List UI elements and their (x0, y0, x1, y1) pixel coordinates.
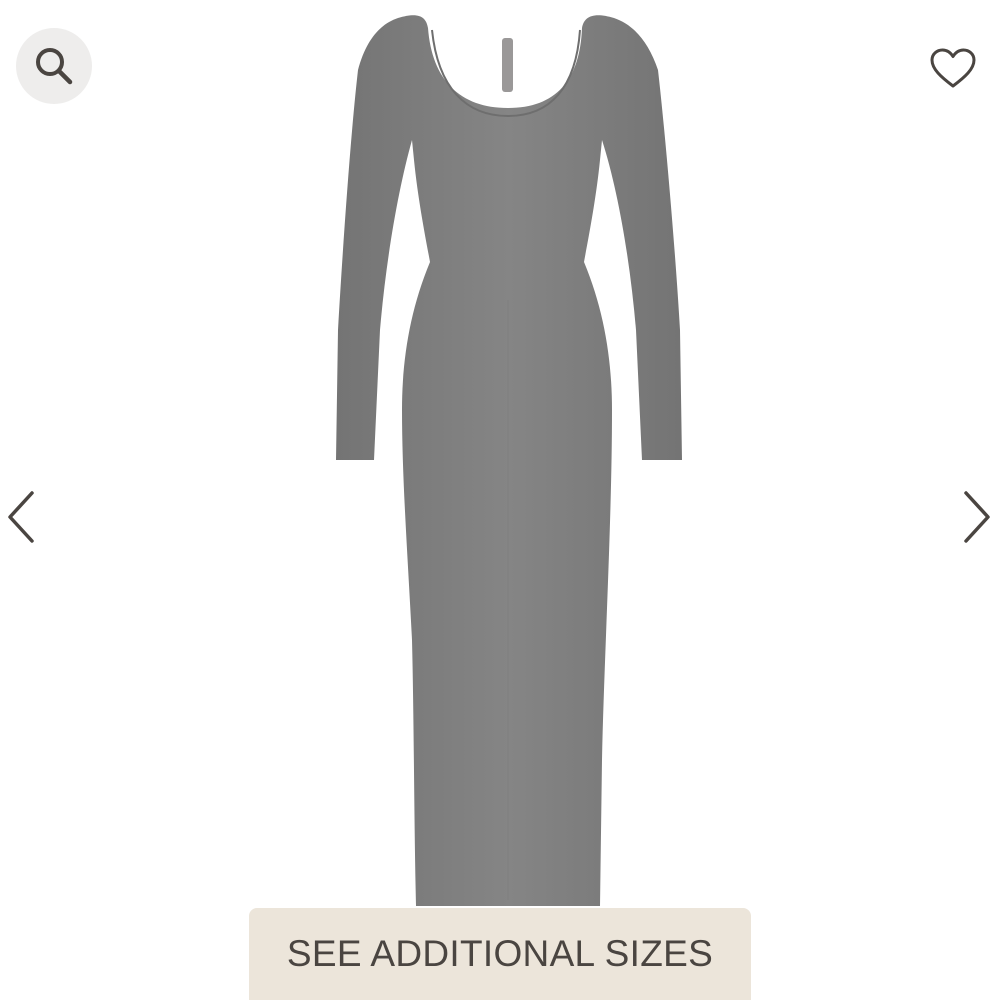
next-image-button[interactable] (958, 482, 998, 552)
search-icon (36, 48, 73, 85)
chevron-right-icon (964, 491, 990, 543)
product-image-dress (336, 15, 682, 907)
see-additional-sizes-label: SEE ADDITIONAL SIZES (286, 933, 714, 974)
previous-image-button[interactable] (0, 482, 40, 552)
dress-body (336, 15, 682, 907)
see-additional-sizes-button[interactable]: SEE ADDITIONAL SIZES (249, 908, 751, 1000)
dress-tag (502, 38, 513, 92)
favorite-button[interactable] (922, 40, 984, 96)
search-button[interactable] (16, 28, 92, 104)
product-image-viewer: SEE ADDITIONAL SIZES (0, 0, 1000, 1000)
heart-outline-icon (930, 48, 976, 88)
chevron-left-icon (8, 491, 34, 543)
